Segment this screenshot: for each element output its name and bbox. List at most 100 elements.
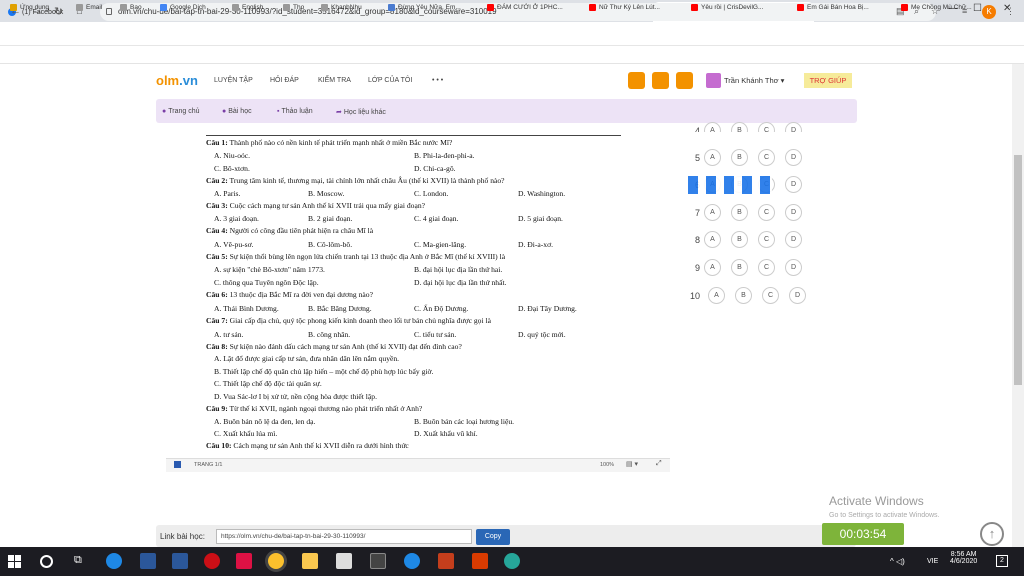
bookmark-item[interactable]: KhanhNhu [321,4,362,11]
powerpoint-icon[interactable] [438,553,454,569]
bookmark-icon [797,4,804,11]
nav-item[interactable]: LỚP CỦA TÔI [368,77,412,84]
answer-option[interactable]: B [731,259,748,276]
bookmark-item[interactable]: ĐÁM CƯỚI Ở 1PHC... [487,4,563,11]
bookmark-item[interactable]: Đừng Yêu Nữa, Em... [388,4,461,11]
bookmark-item[interactable]: Google Dịch [160,4,206,11]
bookmark-item[interactable]: English [232,4,263,11]
file-explorer-icon[interactable] [302,553,318,569]
bookmark-item[interactable]: Bao [120,4,142,11]
word-taskbar-icon[interactable] [172,553,188,569]
nav-item[interactable]: • • • [432,77,443,84]
subnav-item[interactable]: ● Bài học [222,108,252,115]
edge-icon[interactable] [106,553,122,569]
answer-option[interactable]: D [785,149,802,166]
answer-option[interactable]: B [735,287,752,304]
question-option: A. Paris. [214,189,241,198]
answer-option[interactable]: C [758,231,775,248]
app-icon[interactable] [504,553,520,569]
question-option: A. Vê-pu-sơ. [214,240,254,249]
answer-option[interactable]: C [762,287,779,304]
nav-item[interactable]: LUYỆN TẬP [214,77,253,84]
fullscreen-icon[interactable]: ⤢ [656,460,662,468]
message-icon[interactable] [652,72,669,89]
reload-icon[interactable]: ↻ [54,5,63,18]
chrome-icon[interactable] [268,553,284,569]
bookmark-item[interactable]: Mẹ Chồng Mù Chữ... [901,4,972,11]
language-indicator[interactable]: VIE [927,558,938,565]
notification-icon[interactable] [628,72,645,89]
answer-option[interactable]: A [708,287,725,304]
answer-option[interactable]: A [704,149,721,166]
answer-option[interactable]: D [789,287,806,304]
question-option: B. Cô-lôm-bô. [308,240,353,249]
bookmark-item[interactable]: Email [76,4,102,11]
maximize-icon[interactable]: ☐ [973,3,982,14]
answer-option[interactable]: A [704,122,721,132]
profile-avatar[interactable]: K [982,5,996,19]
answer-option[interactable]: C [758,259,775,276]
paint-icon[interactable] [236,553,252,569]
answer-option[interactable]: D [785,259,802,276]
question-option: B. Moscow. [308,189,345,198]
store-icon[interactable] [140,553,156,569]
clock[interactable]: 8:56 AM 4/6/2020 [950,551,977,565]
answer-option[interactable]: D [785,204,802,221]
subnav-item[interactable]: ▪ Thảo luận [277,108,313,115]
bookmark-label: KhanhNhu [331,4,362,11]
copy-button[interactable]: Copy [476,529,510,545]
notepad-icon[interactable] [336,553,352,569]
office-icon[interactable] [472,553,488,569]
answer-option[interactable]: C [758,122,775,132]
bookmark-item[interactable]: Tho [283,4,304,11]
tray-icons[interactable]: ^ ◁) [890,557,905,566]
subnav-item[interactable]: ● Trang chủ [162,108,200,115]
clock-date: 4/6/2020 [950,558,978,565]
friends-icon[interactable] [676,72,693,89]
zoom-menu-icon[interactable]: ▤ ▾ [626,460,638,468]
resources-icon: ➦ [336,109,342,116]
ie-icon[interactable] [404,553,420,569]
calculator-icon[interactable] [370,553,386,569]
document-viewer: Câu 1: Thành phố nào có nền kinh tế phát… [166,124,670,472]
answer-option[interactable]: B [731,149,748,166]
answer-option[interactable]: D [785,122,802,132]
question-body: Giai cấp địa chủ, quý tộc phong kiến kin… [227,316,491,325]
search-taskbar-icon[interactable] [40,555,53,568]
bookmark-item[interactable]: Em Gái Bán Hoa Bị... [797,4,869,11]
answer-option[interactable]: B [731,231,748,248]
bookmark-item[interactable]: Ứng dụng [10,4,49,11]
task-view-icon[interactable]: ⧉ [74,554,90,570]
menu-icon[interactable]: ⋮ [1006,6,1015,17]
answer-option[interactable]: A [704,259,721,276]
answer-option[interactable]: C [758,204,775,221]
bookmark-label: Tho [293,4,305,11]
windows-start-icon[interactable] [8,555,21,568]
notification-center-icon[interactable]: 2 [996,555,1008,567]
opera-icon[interactable] [204,553,220,569]
clock-time: 8:56 AM [950,551,977,558]
lesson-link-input[interactable]: https://olm.vn/chu-de/bai-tap-tn-bai-29-… [216,529,472,544]
answer-option[interactable]: B [731,204,748,221]
bookmark-label: Yêu rồi | CrisDevilG... [701,4,764,11]
answer-option[interactable]: B [731,122,748,132]
bookmark-item[interactable]: Yêu rồi | CrisDevilG... [691,4,763,11]
nav-item[interactable]: HỎI ĐÁP [270,77,299,84]
help-button[interactable]: TRỢ GIÚP [804,73,852,88]
question-option: D. Washington. [518,189,566,198]
nav-item[interactable]: KIỂM TRA [318,77,351,84]
answer-option[interactable]: A [704,231,721,248]
subnav-item[interactable]: ➦ Học liệu khác [336,108,386,116]
scroll-to-top-icon[interactable]: ↑ [980,522,1004,546]
scrollbar-thumb[interactable] [1014,155,1022,385]
user-name-menu[interactable]: Trần Khánh Thơ ▾ [724,76,784,85]
discussion-icon: ▪ [277,108,280,115]
answer-number: 7 [694,208,700,218]
bookmark-item[interactable]: Nữ Thư Ký Lên Lút... [589,4,660,11]
olm-logo[interactable]: olm.vn [156,73,198,88]
answer-option[interactable]: C [758,149,775,166]
answer-option[interactable]: A [704,204,721,221]
answer-option[interactable]: D [785,176,802,193]
user-avatar[interactable] [706,73,721,88]
answer-option[interactable]: D [785,231,802,248]
